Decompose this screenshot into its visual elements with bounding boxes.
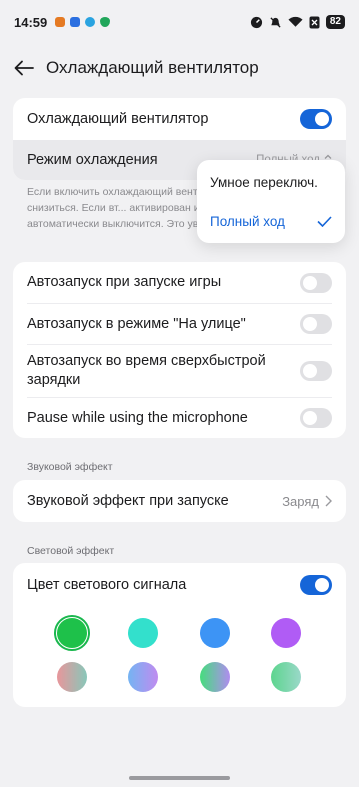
app-notification-icon (70, 17, 81, 27)
popup-option-label: Полный ход (210, 214, 285, 229)
toggle-knob (303, 275, 317, 290)
light-color-label: Цвет светового сигнала (27, 576, 187, 593)
light-card: Цвет светового сигнала (13, 563, 346, 707)
page-title: Охлаждающий вентилятор (46, 58, 259, 77)
color-swatch-green[interactable] (57, 618, 87, 648)
autostart-outdoor-toggle[interactable] (300, 314, 332, 334)
fan-toggle-row[interactable]: Охлаждающий вентилятор (13, 98, 346, 140)
popup-option-label: Умное переключ. (210, 175, 318, 190)
cooling-mode-popup: Умное переключ. Полный ход (197, 160, 345, 243)
checkmark-icon (317, 216, 332, 227)
arrow-left-icon (14, 60, 34, 76)
app-notification-icon (55, 17, 66, 27)
fan-label: Охлаждающий вентилятор (27, 110, 209, 127)
chevron-right-icon (325, 495, 332, 507)
pause-microphone-label: Pause while using the microphone (27, 409, 248, 426)
toggle-knob (303, 364, 317, 378)
home-indicator[interactable] (129, 776, 230, 780)
wifi-icon (288, 16, 303, 27)
popup-option-full[interactable]: Полный ход (210, 214, 332, 229)
system-icons: 82 (250, 15, 345, 29)
autostart-charging-label: Автозапуск во время сверхбыстрой зарядки (27, 353, 266, 388)
gradient-swatch-2[interactable] (128, 662, 158, 692)
autostart-charging-toggle[interactable] (300, 361, 332, 381)
speedometer-icon (250, 16, 262, 28)
autostart-game-row[interactable]: Автозапуск при запуске игры (13, 262, 346, 303)
mute-icon (270, 16, 281, 28)
popup-option-smart[interactable]: Умное переключ. (210, 175, 318, 190)
pause-microphone-row[interactable]: Pause while using the microphone (13, 398, 346, 438)
battery-indicator: 82 (325, 15, 345, 29)
shield-icon (100, 17, 111, 27)
autostart-game-toggle[interactable] (300, 272, 332, 293)
app-bar: Охлаждающий вентилятор (0, 44, 359, 92)
telegram-icon (85, 17, 96, 27)
sim-icon (309, 16, 320, 28)
pause-microphone-toggle[interactable] (300, 408, 332, 428)
gradient-swatch-1[interactable] (57, 662, 87, 692)
autostart-charging-row[interactable]: Автозапуск во время сверхбыстрой зарядки (13, 345, 346, 397)
fan-toggle[interactable] (300, 109, 332, 129)
toggle-knob (303, 411, 317, 425)
startup-sound-label: Звуковой эффект при запуске (27, 492, 229, 509)
back-button[interactable] (12, 56, 36, 80)
notification-icons (55, 17, 111, 27)
sound-section-header: Звуковой эффект (27, 461, 113, 473)
autostart-card: Автозапуск при запуске игры Автозапуск в… (13, 262, 346, 438)
light-section-header: Световой эффект (27, 545, 115, 557)
gradient-swatch-4[interactable] (271, 662, 301, 692)
toggle-knob (315, 112, 329, 126)
light-color-row[interactable]: Цвет светового сигнала (13, 563, 346, 607)
color-swatch-blue[interactable] (200, 618, 230, 648)
gradient-swatch-3[interactable] (200, 662, 230, 692)
toggle-knob (315, 578, 329, 592)
startup-sound-value: Заряд (282, 493, 319, 509)
color-swatch-purple[interactable] (271, 618, 301, 648)
status-time: 14:59 (14, 14, 48, 30)
sound-card: Звуковой эффект при запуске Заряд (13, 480, 346, 522)
color-swatch-teal[interactable] (128, 618, 158, 648)
toggle-knob (303, 317, 317, 331)
autostart-outdoor-row[interactable]: Автозапуск в режиме "На улице" (13, 304, 346, 344)
light-color-toggle[interactable] (300, 575, 332, 595)
autostart-game-label: Автозапуск при запуске игры (27, 274, 222, 290)
status-bar: 14:59 82 (0, 0, 359, 44)
autostart-outdoor-label: Автозапуск в режиме "На улице" (27, 315, 246, 332)
startup-sound-row[interactable]: Звуковой эффект при запуске Заряд (13, 480, 346, 522)
